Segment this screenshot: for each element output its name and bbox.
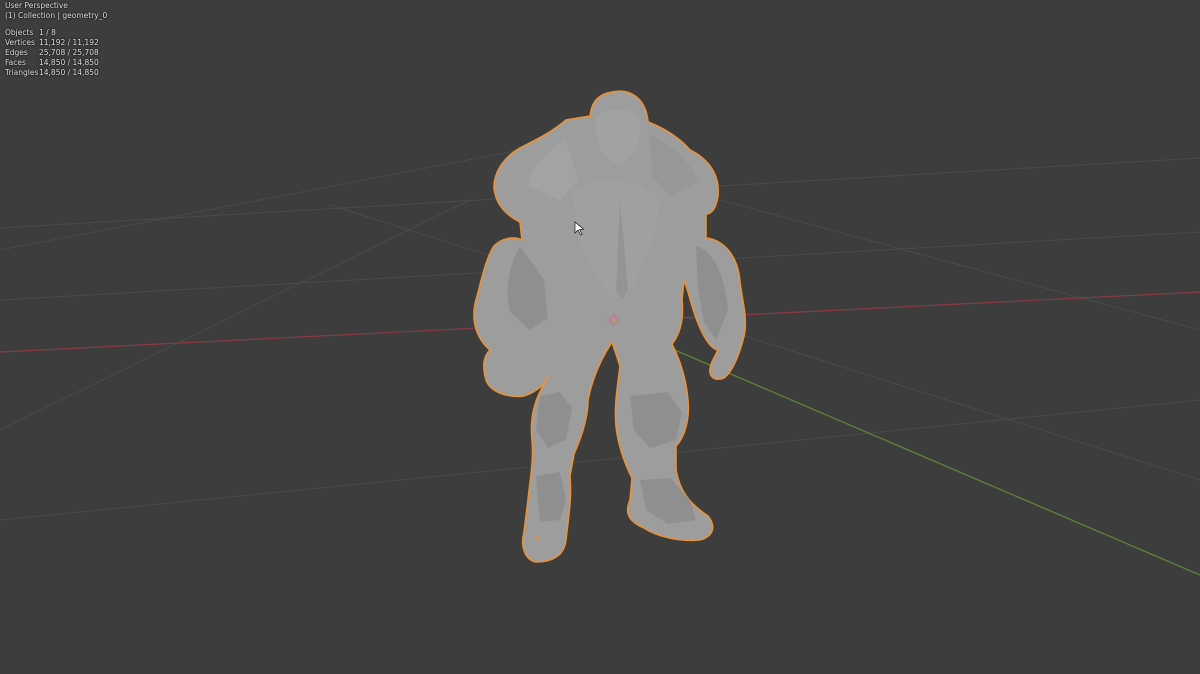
stat-row-vertices: Vertices 11,192 / 11,192: [5, 38, 99, 48]
stat-label: Objects: [5, 28, 34, 37]
scene-statistics: Objects 1 / 8 Vertices 11,192 / 11,192 E…: [5, 28, 99, 78]
collection-label: (1) Collection | geometry_0: [5, 11, 108, 20]
stat-label: Triangles: [5, 68, 39, 77]
3d-viewport[interactable]: User Perspective (1) Collection | geomet…: [0, 0, 1200, 674]
stat-value: 14,850 / 14,850: [39, 58, 99, 67]
stat-value: 25,708 / 25,708: [39, 48, 99, 57]
stat-row-objects: Objects 1 / 8: [5, 28, 99, 38]
view-perspective-label: User Perspective: [5, 1, 68, 10]
stat-value: 1 / 8: [39, 28, 56, 37]
stat-value: 11,192 / 11,192: [39, 38, 99, 47]
stat-row-faces: Faces 14,850 / 14,850: [5, 58, 99, 68]
selected-mesh-geometry-0[interactable]: [473, 90, 747, 563]
stat-value: 14,850 / 14,850: [39, 68, 99, 77]
mesh-silhouette: [473, 90, 747, 563]
stat-label: Vertices: [5, 38, 35, 47]
stat-row-edges: Edges 25,708 / 25,708: [5, 48, 99, 58]
stat-row-triangles: Triangles 14,850 / 14,850: [5, 68, 99, 78]
stat-label: Faces: [5, 58, 26, 67]
vertex-dot: [535, 536, 539, 540]
stat-label: Edges: [5, 48, 28, 57]
viewport-scene[interactable]: [0, 0, 1200, 674]
